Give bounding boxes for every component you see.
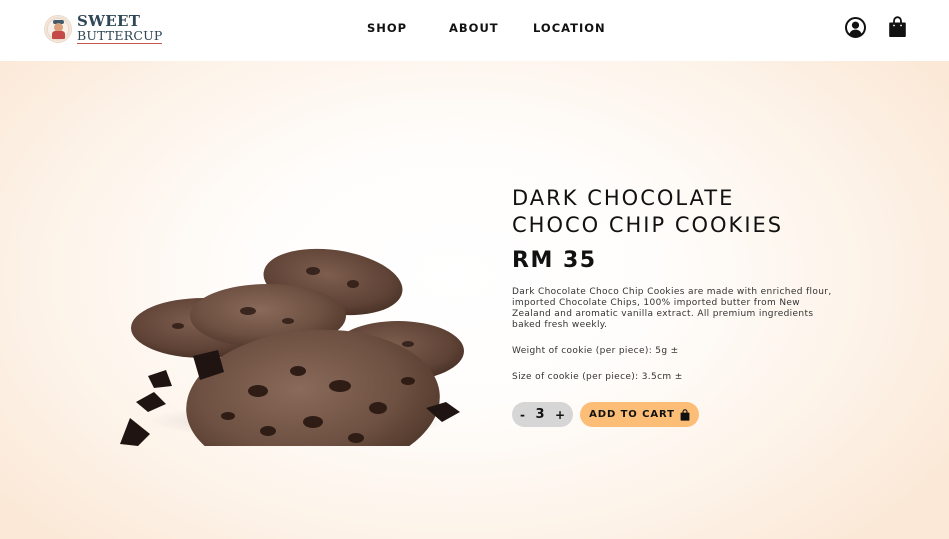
brand-name-line1: SWEET <box>77 11 141 30</box>
product-title: DARK CHOCOLATE CHOCO CHIP COOKIES <box>512 185 872 239</box>
shopping-bag-icon <box>680 408 690 421</box>
quantity-decrement-button[interactable]: - <box>516 409 529 421</box>
quantity-increment-button[interactable]: + <box>551 409 569 421</box>
add-to-cart-button[interactable]: ADD TO CART <box>580 402 699 427</box>
quantity-value[interactable]: 3 <box>535 407 544 422</box>
product-description: Dark Chocolate Choco Chip Cookies are ma… <box>512 287 832 330</box>
add-to-cart-label: ADD TO CART <box>589 409 675 420</box>
product-size: Size of cookie (per piece): 3.5cm ± <box>512 372 683 382</box>
brand-logo[interactable]: SWEET BUTTERCUP <box>44 11 163 46</box>
product-title-line1: DARK CHOCOLATE <box>512 186 735 210</box>
shopping-bag-icon[interactable] <box>888 16 907 38</box>
nav-link-location[interactable]: LOCATION <box>533 21 606 35</box>
nav-link-shop[interactable]: SHOP <box>367 21 407 35</box>
site-header: SWEET BUTTERCUP SHOP ABOUT LOCATION <box>0 0 949 61</box>
nav-link-about[interactable]: ABOUT <box>449 21 499 35</box>
brand-name: SWEET BUTTERCUP <box>77 11 163 45</box>
product-price: RM 35 <box>512 248 597 273</box>
product-title-line2: CHOCO CHIP COOKIES <box>512 213 784 237</box>
product-weight: Weight of cookie (per piece): 5g ± <box>512 346 679 356</box>
product-hero: DARK CHOCOLATE CHOCO CHIP COOKIES RM 35 … <box>0 61 949 539</box>
logo-badge-icon <box>44 15 72 43</box>
brand-name-line2: BUTTERCUP <box>77 27 163 45</box>
chocolate-chip-cookies-image <box>108 176 470 496</box>
quantity-stepper: - 3 + <box>512 402 573 427</box>
account-icon[interactable] <box>845 17 866 38</box>
